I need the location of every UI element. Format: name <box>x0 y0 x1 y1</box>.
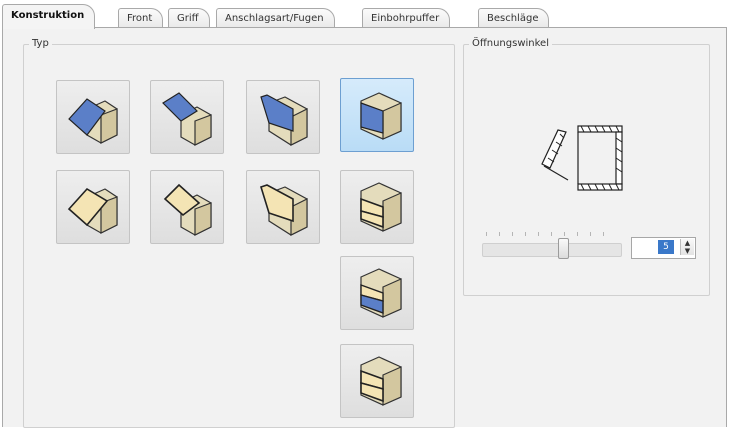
spinbox-value[interactable]: 5 <box>658 240 674 254</box>
tab-griff[interactable]: Griff <box>168 8 210 28</box>
slider-ticks <box>486 232 616 236</box>
tab-bar: Konstruktion Front Griff Anschlagsart/Fu… <box>0 4 734 29</box>
type-button-3[interactable] <box>246 80 320 154</box>
flap-down-blue-icon <box>260 94 308 146</box>
flap-front-cream-variant-icon <box>360 356 402 406</box>
tab-konstruktion[interactable]: Konstruktion <box>2 4 96 29</box>
spinbox-arrows-icon[interactable]: ▲ ▼ <box>680 239 694 255</box>
type-button-7[interactable] <box>246 170 320 244</box>
tab-front[interactable]: Front <box>118 8 164 28</box>
tab-einbohrpuffer[interactable]: Einbohrpuffer <box>362 8 451 28</box>
flap-front-blue-variant-icon <box>360 268 402 318</box>
tab-anschlagsart-fugen[interactable]: Anschlagsart/Fugen <box>216 8 335 28</box>
tab-beschlaege[interactable]: Beschläge <box>478 8 550 28</box>
flap-front-cream-icon <box>360 182 402 232</box>
opening-angle-slider[interactable] <box>482 232 622 259</box>
opening-angle-spinbox[interactable]: 5 ▲ ▼ <box>631 237 696 259</box>
type-button-1[interactable] <box>56 80 130 154</box>
oeffnungswinkel-group-title: Öffnungswinkel <box>469 38 552 49</box>
flap-front-blue-icon <box>360 92 402 140</box>
opening-angle-diagram-icon <box>541 125 623 191</box>
type-button-10[interactable] <box>340 344 414 418</box>
flap-down-cream-icon <box>260 184 308 236</box>
flap-up-open-blue-icon <box>162 92 212 146</box>
type-button-5[interactable] <box>56 170 130 244</box>
dialog-window: Konstruktion Front Griff Anschlagsart/Fu… <box>0 0 734 428</box>
slider-thumb[interactable] <box>558 238 569 259</box>
typ-group-title: Typ <box>29 38 52 49</box>
type-button-6[interactable] <box>150 170 224 244</box>
flap-up-cream-icon <box>67 187 118 234</box>
type-button-8[interactable] <box>340 170 414 244</box>
slider-track <box>482 243 622 257</box>
flap-up-blue-icon <box>68 98 118 144</box>
type-button-9[interactable] <box>340 256 414 330</box>
flap-up-open-cream-icon <box>163 183 212 236</box>
type-button-2[interactable] <box>150 80 224 154</box>
type-button-4-selected[interactable] <box>340 78 414 152</box>
